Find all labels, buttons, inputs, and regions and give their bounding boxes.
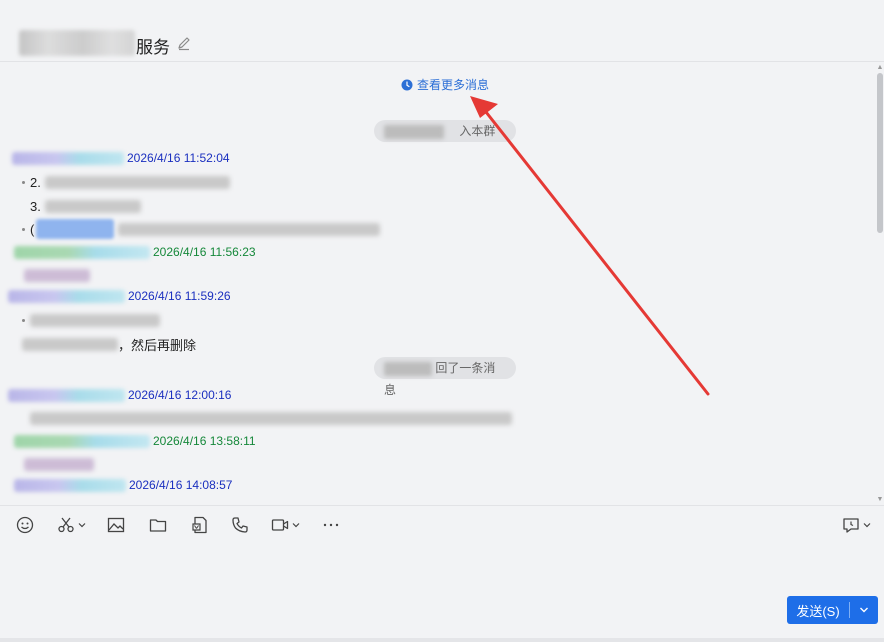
voice-call-button[interactable] [231, 515, 249, 535]
system-notice: 入本群 [374, 120, 516, 142]
redacted-title [19, 30, 135, 56]
message-sender: 2026/4/16 11:59:26 [8, 288, 231, 304]
chevron-down-icon [863, 523, 871, 528]
message-sender: 2026/4/16 12:00:16 [8, 387, 231, 403]
chat-title: 服务 [136, 38, 170, 57]
message-line: 2. [22, 173, 230, 191]
image-button[interactable] [107, 515, 125, 535]
document-button[interactable] [191, 515, 209, 535]
send-label: 发送(S) [796, 603, 840, 619]
message-line: ，然后再删除 [22, 335, 196, 353]
message-line: 3. [30, 197, 141, 215]
phone-icon [232, 517, 248, 533]
emoji-button[interactable] [16, 515, 34, 535]
scroll-up-icon[interactable]: ▲ [876, 64, 884, 71]
scroll-down-icon[interactable]: ▼ [876, 496, 884, 503]
message-time: 2026/4/16 14:08:57 [129, 478, 233, 492]
scissors-icon [58, 517, 74, 533]
message-time: 2026/4/16 13:58:11 [153, 434, 256, 448]
video-icon [271, 519, 289, 531]
folder-icon [149, 519, 167, 532]
video-call-button[interactable] [271, 515, 300, 535]
message-line [22, 311, 160, 329]
document-icon [192, 516, 207, 534]
more-icon [323, 523, 339, 527]
history-button[interactable] [842, 515, 871, 535]
emoji-icon [16, 516, 34, 534]
message-sender: 2026/4/16 11:52:04 [12, 150, 230, 166]
message-line [24, 455, 94, 473]
more-tools-button[interactable] [322, 515, 340, 535]
chat-header: 服务 [0, 0, 884, 62]
send-button[interactable]: 发送(S) [787, 596, 878, 624]
message-sender: 2026/4/16 14:08:57 [14, 477, 232, 493]
message-line [30, 409, 512, 427]
history-icon [843, 518, 859, 533]
system-notice: 回了一条消息 [374, 357, 516, 397]
message-input[interactable] [0, 543, 884, 642]
message-line [24, 266, 90, 284]
image-icon [107, 517, 125, 533]
view-more-label: 查看更多消息 [417, 78, 490, 92]
system-notice-text: 入本群 [459, 124, 496, 138]
screenshot-button[interactable] [57, 515, 86, 535]
chevron-down-icon [78, 523, 86, 528]
clock-icon [401, 79, 413, 90]
message-scrollbar[interactable]: ▲ ▼ [876, 63, 884, 505]
edit-icon[interactable] [176, 35, 192, 51]
file-button[interactable] [149, 515, 167, 535]
chevron-down-icon [292, 523, 300, 528]
view-more-messages-link[interactable]: 查看更多消息 [401, 76, 489, 93]
message-line: ( [22, 219, 381, 239]
send-options-button[interactable] [850, 605, 878, 615]
message-sender: 2026/4/16 11:56:23 [14, 244, 256, 260]
scroll-thumb[interactable] [877, 73, 883, 233]
message-time: 2026/4/16 12:00:16 [128, 388, 232, 402]
message-sender: 2026/4/16 13:58:11 [14, 433, 256, 449]
message-time: 2026/4/16 11:52:04 [127, 151, 230, 165]
window-bottom-edge [0, 638, 884, 642]
input-toolbar [0, 505, 884, 543]
chevron-down-icon [860, 607, 868, 613]
message-time: 2026/4/16 11:56:23 [153, 245, 256, 259]
message-time: 2026/4/16 11:59:26 [128, 289, 231, 303]
